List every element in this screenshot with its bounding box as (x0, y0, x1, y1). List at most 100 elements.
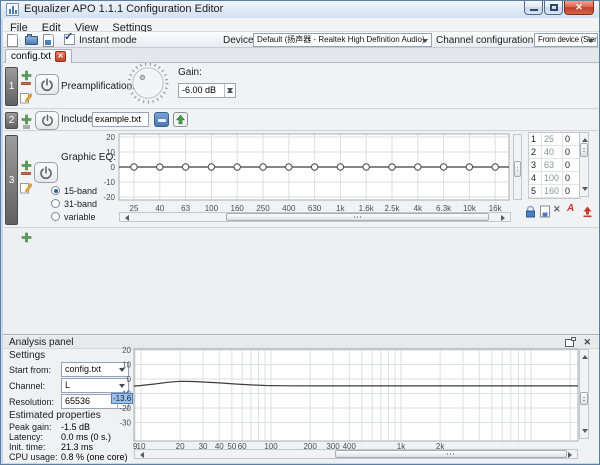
radio-button[interactable] (51, 212, 60, 221)
band-row-number: 3 (529, 159, 542, 172)
band-gain-cell[interactable]: 0 (563, 172, 580, 185)
band-frequency-cell[interactable]: 40 (542, 146, 563, 159)
scroll-right-icon[interactable] (568, 451, 575, 458)
eq-band-handle[interactable] (130, 163, 138, 171)
property-value: -1.5 dB (61, 422, 91, 432)
table-vertical-scrollbar[interactable] (579, 132, 589, 197)
close-panel-button[interactable]: ✕ (583, 337, 591, 348)
eq-band-handle[interactable] (491, 163, 499, 171)
eq-vertical-scrollbar[interactable] (513, 134, 522, 200)
scrollbar-thumb[interactable] (335, 450, 567, 458)
scroll-down-icon[interactable] (581, 187, 588, 194)
table-save-button[interactable] (539, 205, 552, 218)
eq-band-handle[interactable] (310, 163, 319, 171)
scrollbar-thumb[interactable] (580, 143, 588, 157)
eq-band-handle[interactable] (233, 163, 241, 171)
new-file-button[interactable] (7, 34, 21, 48)
add-filter-button[interactable] (21, 68, 33, 81)
band-frequency-cell[interactable]: 25 (542, 133, 563, 146)
resolution-value: 65536 (65, 396, 91, 406)
device-label: Device: (223, 35, 257, 46)
table-invert-button[interactable]: A (567, 203, 580, 216)
band-gain-cell[interactable]: 0 (563, 146, 580, 159)
eq-band-handle[interactable] (207, 163, 216, 171)
channel-config-select[interactable]: From device (Stereo) (534, 33, 598, 47)
eq-band-handle[interactable] (181, 163, 190, 171)
power-icon (41, 114, 53, 127)
band-table: 1 25 0 2 40 0 3 63 0 4 100 0 5 160 0 (528, 132, 581, 199)
tab-close-button[interactable]: ✕ (55, 51, 67, 62)
open-file-button[interactable] (25, 34, 39, 48)
radio-option-variable[interactable]: variable (51, 210, 97, 223)
spin-arrows[interactable] (224, 84, 235, 97)
scroll-right-icon[interactable] (501, 214, 508, 221)
power-toggle-button[interactable] (35, 74, 59, 95)
analysis-vertical-scrollbar[interactable] (579, 349, 589, 439)
band-frequency-cell[interactable]: 63 (542, 159, 563, 172)
eq-band-handle[interactable] (388, 163, 396, 171)
eq-band-handle[interactable] (362, 163, 370, 171)
eq-band-handle[interactable] (465, 163, 474, 171)
eq-horizontal-scrollbar[interactable] (119, 212, 511, 222)
band-frequency-cell[interactable]: 160 (542, 185, 563, 198)
edit-filter-button[interactable] (20, 181, 33, 194)
power-toggle-button[interactable] (35, 111, 59, 130)
radio-button[interactable] (51, 199, 60, 208)
remove-filter-button[interactable] (21, 172, 31, 175)
gain-spinbox[interactable]: -6.00 dB (178, 83, 236, 98)
close-button[interactable]: ✕ (564, 1, 594, 15)
scroll-up-icon[interactable] (581, 352, 588, 359)
radio-button[interactable] (51, 186, 60, 195)
eq-band-handle[interactable] (156, 163, 164, 171)
row-number-badge[interactable]: 1 (5, 67, 18, 106)
eq-band-handle[interactable] (414, 163, 422, 171)
scroll-left-icon[interactable] (137, 451, 144, 458)
minimize-button[interactable] (524, 1, 543, 15)
remove-filter-button[interactable] (21, 82, 31, 85)
scroll-left-icon[interactable] (122, 214, 129, 221)
window-title: Equalizer APO 1.1.1 Configuration Editor (24, 3, 224, 15)
band-gain-cell[interactable]: 0 (563, 133, 580, 146)
scroll-down-icon[interactable] (581, 429, 588, 436)
radio-option-31-band[interactable]: 31-band (51, 197, 97, 210)
eq-plot[interactable]: 25 40 63 100 160 250 400 630 1k 1.6k 2.5k 4k 6.3k 10k… (97, 131, 513, 217)
edit-filter-button[interactable] (20, 91, 33, 104)
tab-config-txt[interactable]: config.txt ✕ (5, 49, 73, 63)
add-filter-button[interactable] (21, 158, 33, 171)
analysis-horizontal-scrollbar[interactable] (134, 449, 578, 459)
table-lock-button[interactable] (524, 205, 537, 218)
scrollbar-thumb[interactable] (514, 161, 521, 177)
close-icon: ✕ (57, 53, 64, 60)
eq-band-handle[interactable] (336, 163, 345, 171)
gain-knob[interactable] (126, 61, 170, 110)
scrollbar-thumb[interactable] (226, 213, 489, 221)
device-value: Default (扬声器 - Realtek High Definition A… (257, 35, 425, 44)
edit-include-button[interactable] (173, 112, 188, 127)
include-file-input[interactable]: example.txt (92, 112, 149, 127)
power-toggle-button[interactable] (34, 162, 58, 183)
row-number-badge[interactable]: 2 (5, 112, 18, 129)
save-file-button[interactable] (43, 34, 57, 48)
title-bar[interactable]: Equalizer APO 1.1.1 Configuration Editor… (1, 1, 599, 18)
table-import-button[interactable] (581, 205, 594, 218)
scrollbar-thumb[interactable] (580, 392, 588, 405)
eq-band-handle[interactable] (439, 163, 448, 171)
eq-band-handle[interactable] (285, 163, 293, 171)
start-from-value: config.txt (65, 364, 102, 374)
table-clear-button[interactable]: ✕ (553, 204, 566, 217)
gain-value: -6.00 dB (182, 85, 217, 95)
scroll-up-icon[interactable] (581, 135, 588, 142)
add-filter-button[interactable] (21, 112, 33, 125)
band-gain-cell[interactable]: 0 (563, 185, 580, 198)
eq-band-handle[interactable] (259, 163, 267, 171)
open-include-button[interactable] (154, 112, 169, 127)
band-frequency-cell[interactable]: 100 (542, 172, 563, 185)
band-gain-cell[interactable]: 0 (563, 159, 580, 172)
add-filter-button[interactable] (21, 230, 33, 243)
maximize-button[interactable] (544, 1, 563, 15)
preamp-label: Preamplification: (61, 81, 135, 92)
radio-option-15-band[interactable]: 15-band (51, 184, 97, 197)
row-number-badge[interactable]: 3 (5, 135, 18, 225)
analysis-plot[interactable]: 20100-10-20-3091020304050601002003004001… (111, 346, 581, 452)
device-select[interactable]: Default (扬声器 - Realtek High Definition A… (253, 33, 432, 47)
